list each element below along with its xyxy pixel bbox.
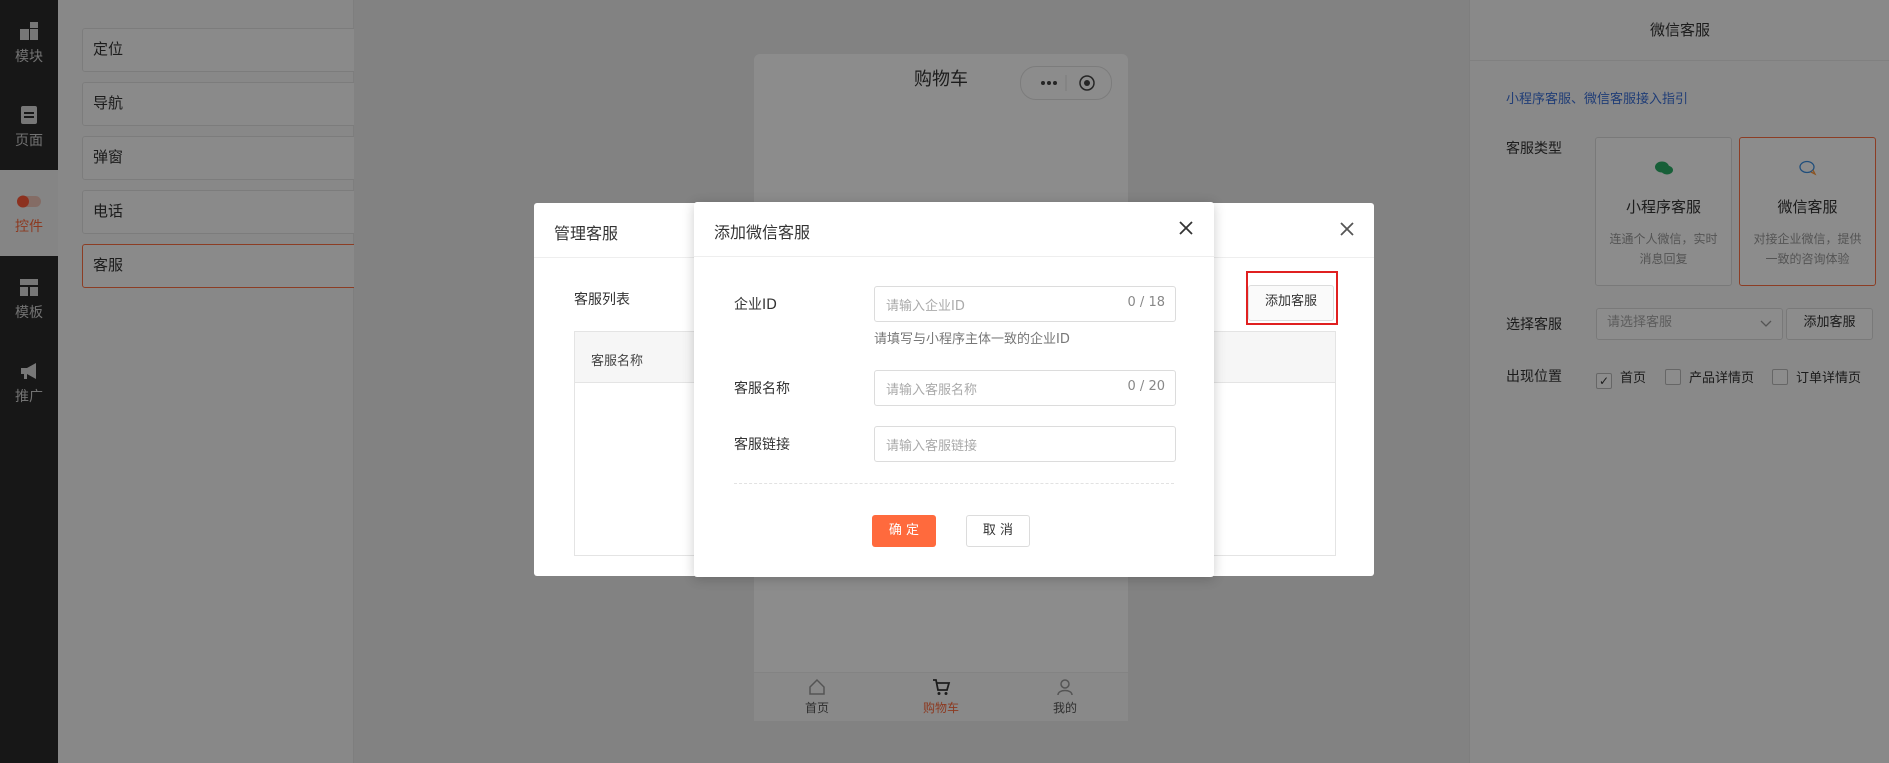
service-name-input[interactable]: 请输入客服名称 0 / 20 [874,370,1176,406]
service-link-input[interactable]: 请输入客服链接 [874,426,1176,462]
service-name-placeholder: 请输入客服名称 [886,383,978,398]
column-header-name: 客服名称 [591,354,644,369]
service-link-placeholder: 请输入客服链接 [886,439,978,454]
service-link-label: 客服链接 [734,437,790,453]
corp-id-placeholder: 请输入企业ID [886,299,965,314]
cancel-button[interactable]: 取 消 [966,515,1030,547]
corp-id-label: 企业ID [734,297,777,313]
corp-id-input[interactable]: 请输入企业ID 0 / 18 [874,286,1176,322]
service-name-counter: 0 / 20 [1127,379,1165,394]
list-label: 客服列表 [574,292,630,308]
close-icon[interactable] [1176,218,1196,238]
dialog-title: 添加微信客服 [714,223,811,242]
add-wechat-service-dialog: 添加微信客服 企业ID 请输入企业ID 0 / 18 请填写与小程序主体一致的企… [694,202,1214,577]
dialog-header: 添加微信客服 [694,202,1214,257]
dialog-title: 管理客服 [554,224,619,243]
service-name-label: 客服名称 [734,381,790,397]
divider [734,483,1174,484]
confirm-button[interactable]: 确 定 [872,515,936,547]
corp-id-counter: 0 / 18 [1127,295,1165,310]
highlight-box [1246,271,1338,325]
close-icon[interactable] [1338,220,1356,238]
corp-id-hint: 请填写与小程序主体一致的企业ID [874,332,1070,347]
